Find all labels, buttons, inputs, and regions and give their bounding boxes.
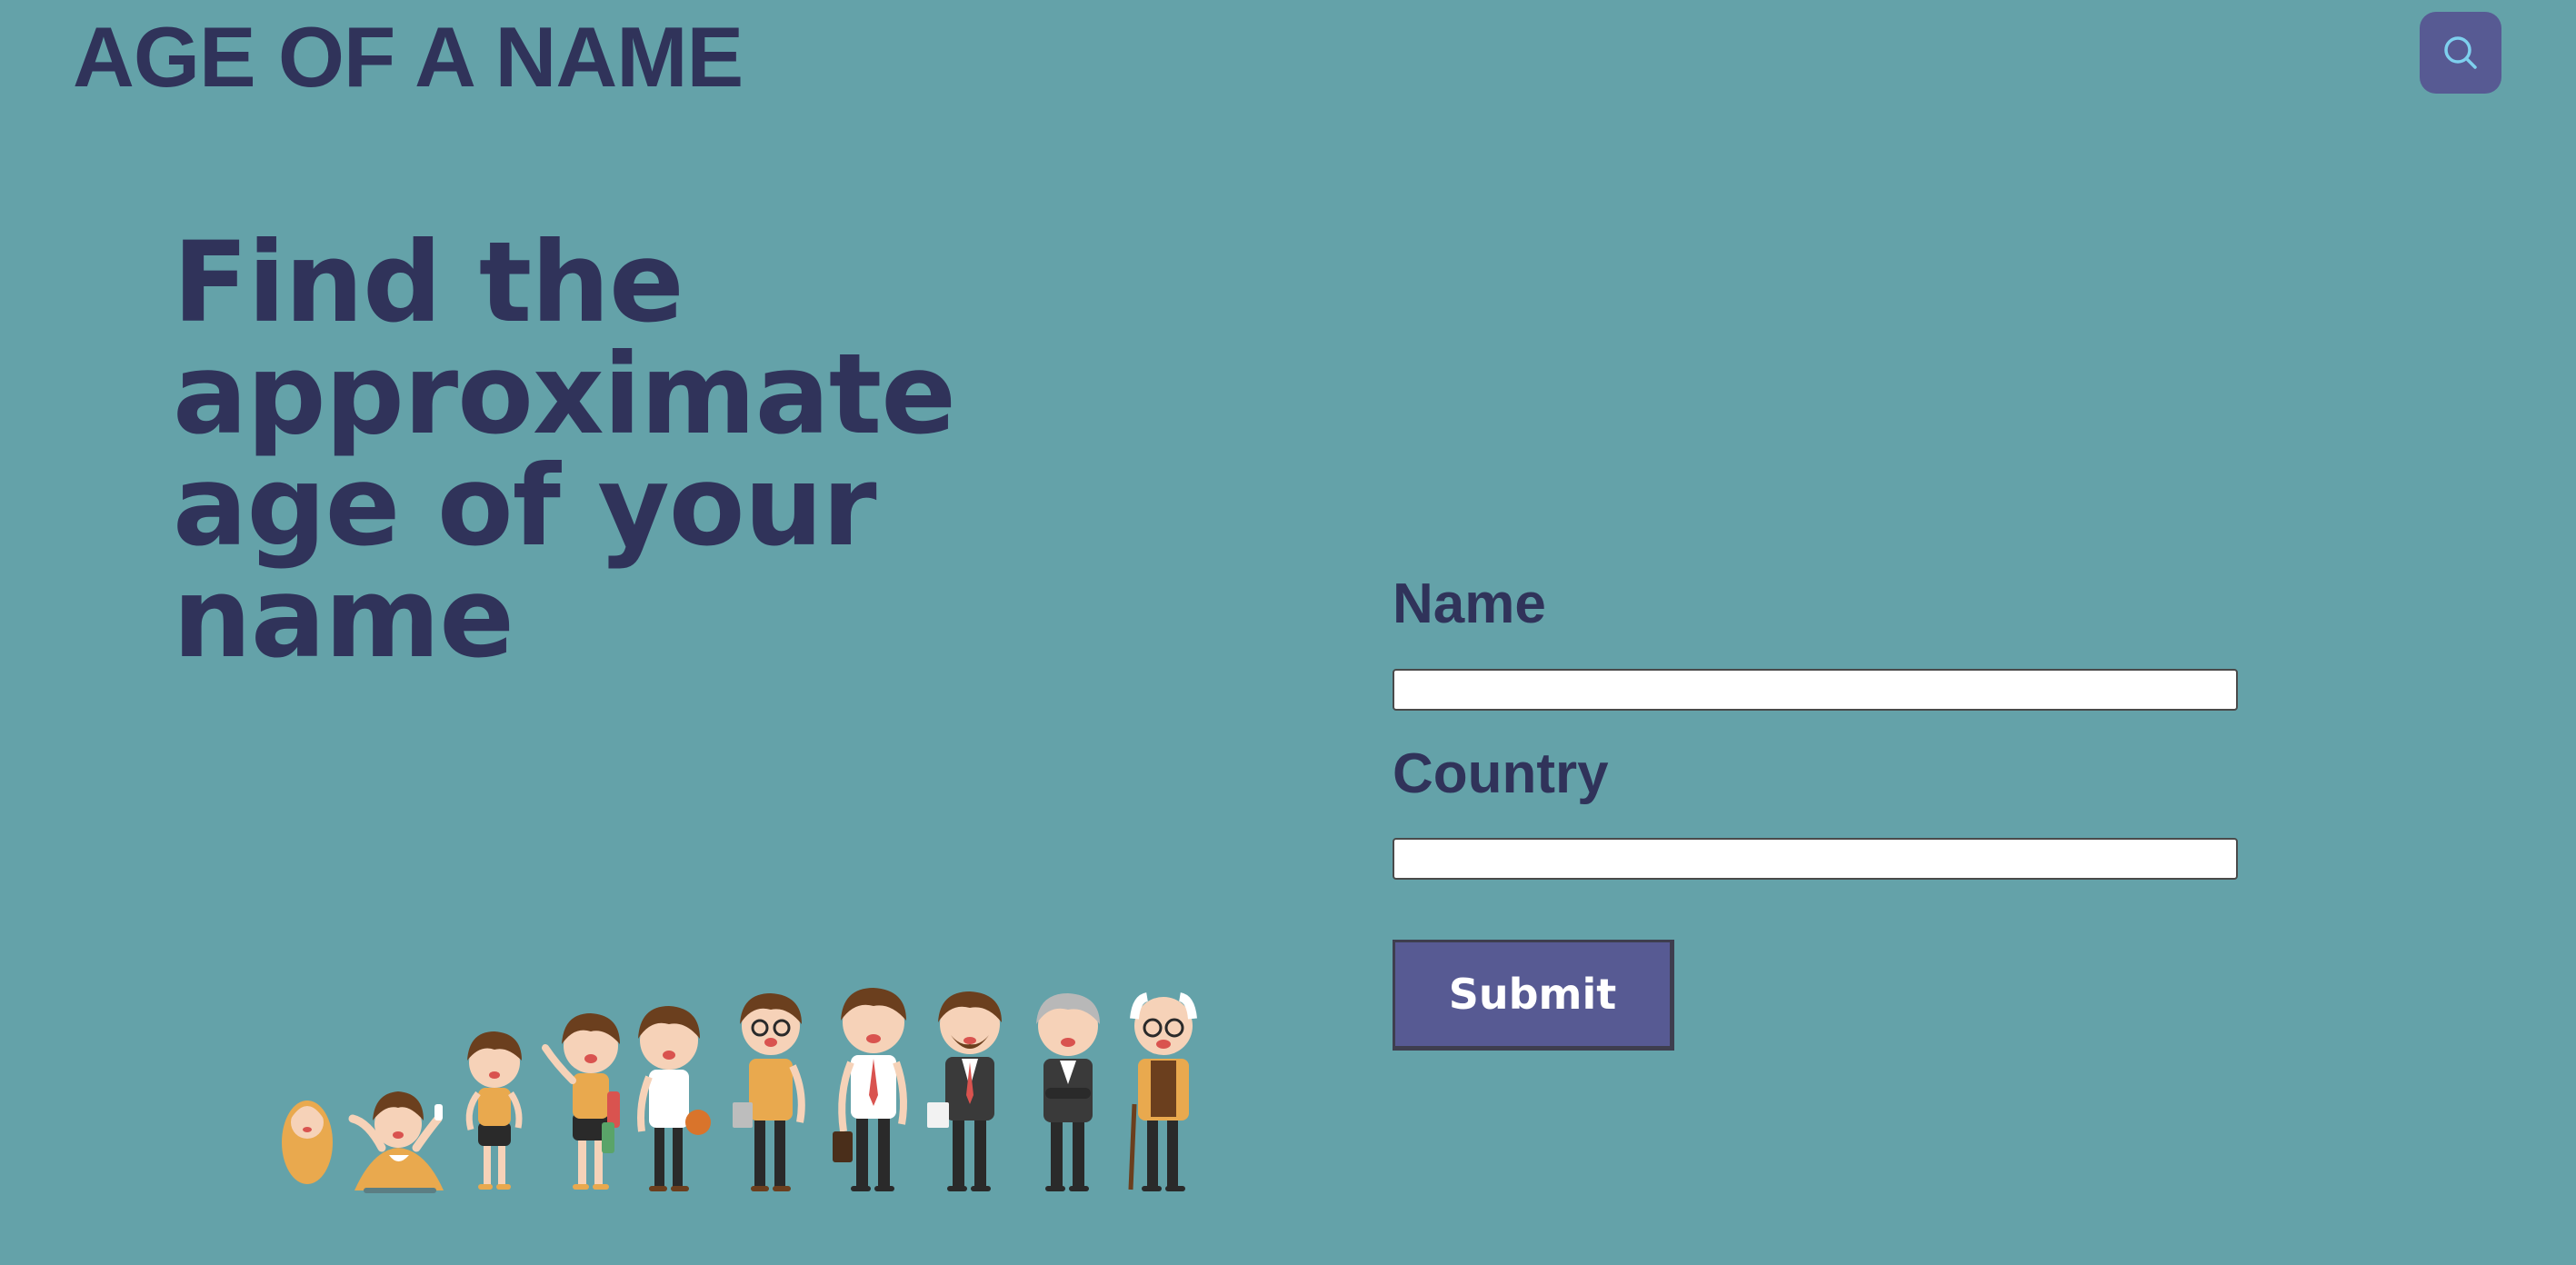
- bearded-man-figure: [927, 991, 1002, 1191]
- site-logo[interactable]: AGE OF A NAME: [73, 9, 744, 105]
- submit-button[interactable]: Submit: [1393, 940, 1674, 1051]
- toddler-figure: [348, 1091, 444, 1193]
- teen-figure: [637, 1006, 711, 1191]
- hero-headline: Find the approximate age of your name: [173, 218, 956, 682]
- name-input[interactable]: [1393, 669, 2238, 711]
- young-adult-figure: [733, 993, 805, 1191]
- grey-haired-man-figure: [1036, 993, 1100, 1191]
- child-figure: [542, 1013, 620, 1190]
- country-input[interactable]: [1393, 838, 2238, 880]
- name-label: Name: [1393, 573, 1546, 635]
- search-button[interactable]: [2420, 12, 2501, 94]
- baby-figure: [282, 1101, 333, 1184]
- country-label: Country: [1393, 742, 1609, 805]
- adult-figure: [833, 988, 907, 1191]
- elderly-man-figure: [1128, 992, 1197, 1191]
- people-growing-older-illustration: [282, 988, 1197, 1193]
- small-child-figure: [465, 1031, 523, 1190]
- search-icon: [2444, 36, 2477, 69]
